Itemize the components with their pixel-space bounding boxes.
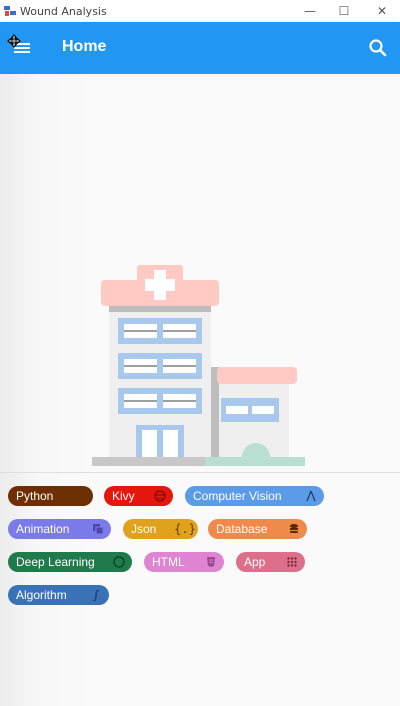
close-icon: ✕ (376, 4, 388, 18)
menu-icon (7, 34, 30, 53)
search-icon (369, 39, 387, 57)
neural-icon (112, 555, 126, 569)
chip-json[interactable]: Json {.} (123, 519, 198, 539)
chip-label: Json (131, 522, 157, 536)
chip-label: HTML (152, 555, 185, 569)
close-button[interactable]: ✕ (364, 0, 400, 22)
search-button[interactable] (366, 36, 390, 60)
chip-html[interactable]: HTML (144, 552, 224, 572)
window-title-bar: Wound Analysis — ☐ ✕ (0, 0, 400, 22)
minimize-icon: — (304, 4, 316, 18)
chip-python[interactable]: Python (8, 486, 93, 506)
database-icon (287, 522, 301, 536)
minimize-button[interactable]: — (292, 0, 328, 22)
move-cursor-icon (7, 34, 21, 48)
chip-label: Database (216, 522, 268, 536)
integral-icon: ∫ (92, 588, 100, 602)
grid-icon (285, 555, 299, 569)
compass-icon (304, 489, 318, 503)
chip-animation[interactable]: Animation (8, 519, 111, 539)
chip-label: Python (16, 489, 54, 503)
menu-button[interactable] (6, 32, 36, 62)
html5-icon (204, 555, 218, 569)
window-title: Wound Analysis (20, 4, 107, 18)
page-title: Home (62, 38, 107, 55)
chip-deep-learning[interactable]: Deep Learning (8, 552, 132, 572)
chip-algorithm[interactable]: Algorithm ∫ (8, 585, 109, 605)
chip-label: Deep Learning (16, 555, 95, 569)
chip-database[interactable]: Database (208, 519, 307, 539)
app-icon (4, 6, 16, 16)
ball-icon (153, 489, 167, 503)
chip-kivy[interactable]: Kivy (104, 486, 173, 506)
chip-label: Animation (16, 522, 70, 536)
chip-label: Kivy (112, 489, 135, 503)
copy-icon (91, 522, 105, 536)
content-divider (0, 472, 400, 473)
chip-label: Computer Vision (193, 489, 282, 503)
chip-label: Algorithm (16, 588, 67, 602)
maximize-button[interactable]: ☐ (326, 0, 362, 22)
chip-label: App (244, 555, 266, 569)
braces-icon: {.} (174, 522, 196, 536)
chip-app[interactable]: App (236, 552, 305, 572)
chip-computer-vision[interactable]: Computer Vision (185, 486, 324, 506)
hospital-illustration (92, 265, 305, 466)
top-app-bar: Home (0, 22, 400, 74)
maximize-icon: ☐ (338, 4, 350, 18)
